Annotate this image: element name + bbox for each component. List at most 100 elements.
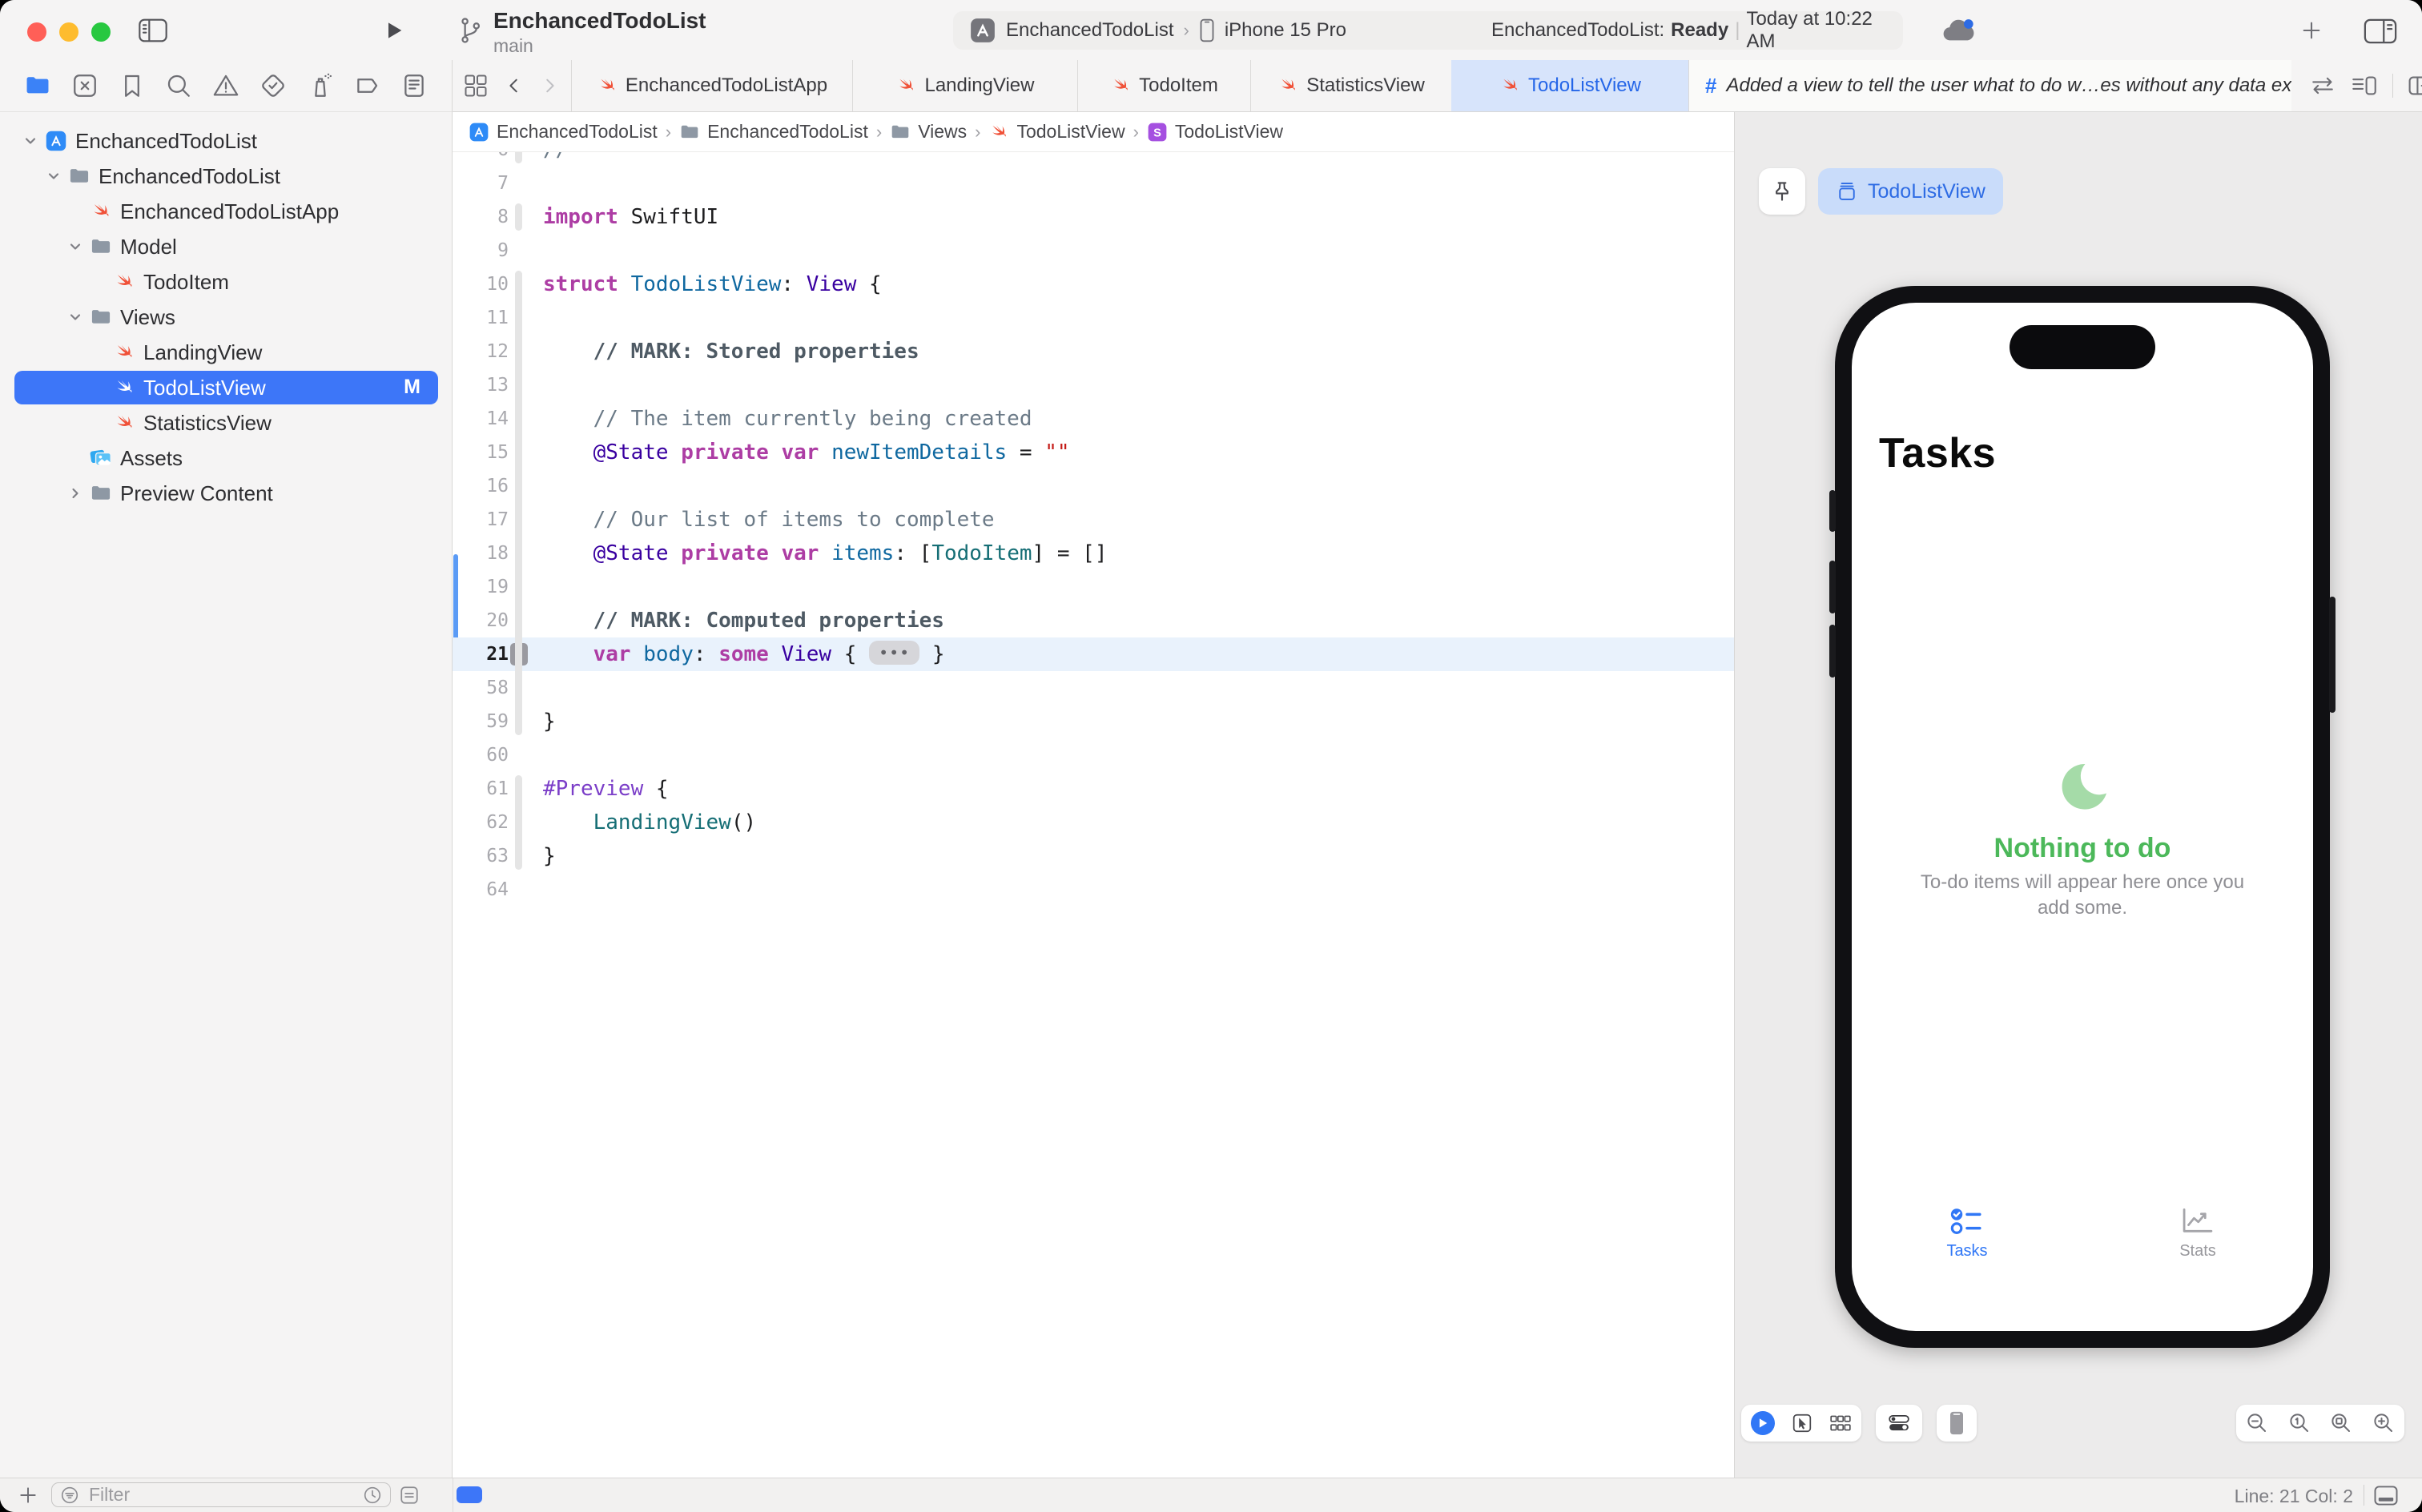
code-line-9[interactable]: 9 [453, 234, 1734, 267]
line-number[interactable]: 16 [453, 469, 509, 503]
scheme-selector[interactable]: EnchancedTodoList › iPhone 15 Pro [953, 11, 1515, 50]
zoom-out-button[interactable] [2236, 1411, 2279, 1435]
sidebar-item-EnchancedTodoListApp[interactable]: EnchancedTodoListApp [0, 194, 453, 229]
jumpbar-item[interactable]: TodoListView [988, 121, 1125, 143]
forward-icon[interactable] [541, 74, 558, 98]
chevron-down-icon[interactable] [22, 133, 38, 149]
line-number[interactable]: 10 [453, 267, 509, 301]
code-line-64[interactable]: 64 [453, 873, 1734, 907]
navigator-tab-issues[interactable] [212, 72, 239, 99]
code-line-21[interactable]: 21› var body: some View { ••• } [453, 637, 1734, 671]
tab-TodoItem[interactable]: TodoItem [1077, 60, 1250, 111]
tab-overview-icon[interactable] [464, 74, 488, 98]
navigator-tab-debug[interactable] [307, 72, 334, 99]
minimize-window-button[interactable] [59, 22, 78, 42]
line-number[interactable]: 17 [453, 503, 509, 537]
sidebar-item-StatisticsView[interactable]: StatisticsView [0, 405, 453, 440]
color-scheme-button[interactable] [1876, 1405, 1922, 1442]
code-line-19[interactable]: 19 [453, 570, 1734, 604]
navigator-tab-project[interactable] [24, 72, 51, 99]
toggle-inspector-icon[interactable] [2360, 18, 2401, 45]
sidebar-item-Model[interactable]: Model [0, 229, 453, 264]
line-number[interactable]: 59 [453, 705, 509, 738]
navigator-tab-bookmarks[interactable] [119, 72, 146, 99]
code-line-6[interactable]: 6 // [453, 152, 1734, 167]
filter-input[interactable] [87, 1483, 355, 1506]
add-file-button[interactable] [18, 1485, 38, 1506]
code-line-60[interactable]: 60 [453, 738, 1734, 772]
line-number[interactable]: 63 [453, 839, 509, 873]
live-preview-button[interactable] [1751, 1411, 1775, 1435]
navigator-tab-find[interactable] [165, 72, 192, 99]
device-settings-button[interactable] [1937, 1405, 1977, 1442]
folded-code-chip[interactable]: ••• [869, 641, 920, 665]
close-window-button[interactable] [27, 22, 46, 42]
navigator-tab-breakpoints[interactable] [353, 72, 380, 99]
sidebar-item-TodoItem[interactable]: TodoItem [0, 264, 453, 300]
line-number[interactable]: 8 [453, 200, 509, 234]
chevron-down-icon[interactable] [46, 168, 62, 184]
code-line-15[interactable]: 15 @State private var newItemDetails = "… [453, 436, 1734, 469]
phone-screen[interactable]: Tasks Nothing to do To-do items will app… [1852, 303, 2313, 1331]
sidebar-item-LandingView[interactable]: LandingView [0, 335, 453, 370]
code-fold-ribbon[interactable] [515, 203, 522, 231]
code-line-14[interactable]: 14 // The item currently being created [453, 402, 1734, 436]
code-line-8[interactable]: 8 import SwiftUI [453, 200, 1734, 234]
tab-StatisticsView[interactable]: StatisticsView [1250, 60, 1451, 111]
jumpbar-item[interactable]: S TodoListView [1147, 121, 1283, 143]
code-line-11[interactable]: 11 [453, 301, 1734, 335]
line-number[interactable]: 6 [453, 152, 509, 167]
tab-TodoListView[interactable]: TodoListView [1451, 60, 1688, 111]
code-fold-ribbon[interactable] [515, 152, 522, 163]
code-fold-ribbon[interactable] [515, 775, 522, 870]
recent-files-icon[interactable] [363, 1486, 382, 1505]
line-number[interactable]: 21 [453, 637, 509, 671]
pin-preview-button[interactable] [1759, 168, 1805, 215]
code-line-13[interactable]: 13 [453, 368, 1734, 402]
code-line-58[interactable]: 58 [453, 671, 1734, 705]
jumpbar-item[interactable]: EnchancedTodoList [469, 121, 658, 143]
code-fold-ribbon[interactable] [515, 271, 522, 735]
line-number[interactable]: 7 [453, 167, 509, 200]
code-line-20[interactable]: 20 // MARK: Computed properties [453, 604, 1734, 637]
run-button[interactable] [383, 19, 405, 42]
debug-area-toggle-icon[interactable] [2372, 1485, 2400, 1506]
phone-tab-Stats[interactable]: Stats [2082, 1205, 2313, 1261]
line-number[interactable]: 62 [453, 806, 509, 839]
preview-target-pill[interactable]: TodoListView [1818, 168, 2003, 215]
line-number[interactable]: 64 [453, 873, 509, 907]
sidebar-item-Views[interactable]: Views [0, 300, 453, 335]
chevron-down-icon[interactable] [67, 239, 83, 255]
variants-mode-icon[interactable] [1829, 1413, 1852, 1434]
code-line-16[interactable]: 16 [453, 469, 1734, 503]
code-line-10[interactable]: 10 struct TodoListView: View { [453, 267, 1734, 301]
zoom-window-button[interactable] [91, 22, 111, 42]
code-line-63[interactable]: 63} [453, 839, 1734, 873]
toggle-navigator-icon[interactable] [138, 18, 168, 43]
back-icon[interactable] [505, 74, 523, 98]
add-tab-button[interactable] [2300, 19, 2323, 42]
tab-LandingView[interactable]: LandingView [852, 60, 1077, 111]
line-number[interactable]: 13 [453, 368, 509, 402]
tab-changelog[interactable]: # Added a view to tell the user what to d… [1688, 60, 2292, 111]
line-number[interactable]: 61 [453, 772, 509, 806]
jumpbar-item[interactable]: Views [890, 121, 967, 143]
phone-tab-Tasks[interactable]: Tasks [1852, 1205, 2082, 1261]
filter-field[interactable] [51, 1482, 391, 1507]
sidebar-item-TodoListView[interactable]: TodoListView M [0, 370, 453, 405]
zoom-fit-button[interactable] [2320, 1411, 2363, 1435]
sidebar-item-EnchancedTodoList[interactable]: EnchancedTodoList [0, 123, 453, 159]
line-number[interactable]: 19 [453, 570, 509, 604]
jumpbar-item[interactable]: EnchancedTodoList [679, 121, 868, 143]
zoom-in-button[interactable] [2363, 1411, 2405, 1435]
sidebar-item-Assets[interactable]: Assets [0, 440, 453, 476]
sidebar-item-Preview-Content[interactable]: Preview Content [0, 476, 453, 511]
navigator-tab-source-control[interactable] [71, 72, 99, 99]
sidebar-item-EnchancedTodoList[interactable]: EnchancedTodoList [0, 159, 453, 194]
line-number[interactable]: 12 [453, 335, 509, 368]
code-editor[interactable]: 6 // 78 import SwiftUI 910 struct TodoListVie… [453, 152, 1734, 1478]
source-control-filter-icon[interactable] [399, 1485, 420, 1506]
chevron-right-icon[interactable] [67, 485, 83, 501]
code-line-18[interactable]: 18 @State private var items: [TodoItem] … [453, 537, 1734, 570]
code-line-59[interactable]: 59} [453, 705, 1734, 738]
